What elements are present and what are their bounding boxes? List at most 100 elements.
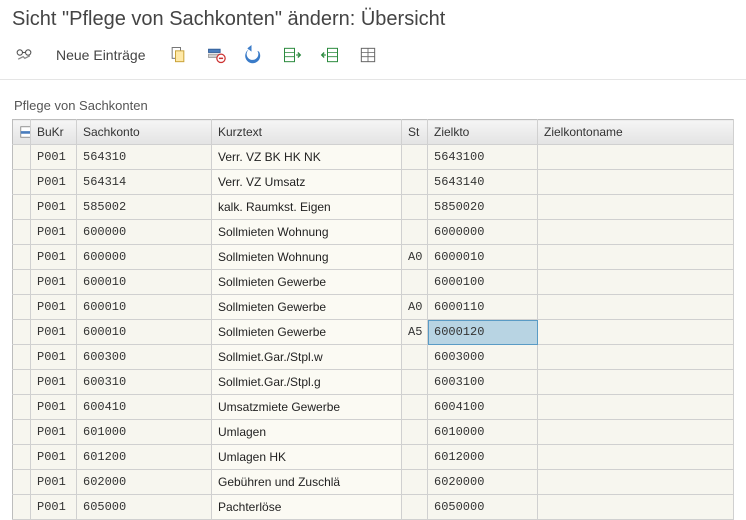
cell-sachkonto[interactable]: 605000 xyxy=(77,495,212,520)
cell-kurztext[interactable]: Sollmieten Gewerbe xyxy=(212,295,402,320)
cell-bukr[interactable]: P001 xyxy=(31,420,77,445)
cell-st[interactable] xyxy=(402,420,428,445)
cell-zielkontoname[interactable] xyxy=(538,345,734,370)
cell-st[interactable] xyxy=(402,195,428,220)
cell-bukr[interactable]: P001 xyxy=(31,245,77,270)
table-row[interactable]: P001605000Pachterlöse 6050000 xyxy=(13,495,734,520)
delete-button[interactable] xyxy=(202,43,230,67)
cell-kurztext[interactable]: Sollmieten Gewerbe xyxy=(212,270,402,295)
cell-bukr[interactable]: P001 xyxy=(31,445,77,470)
row-marker[interactable] xyxy=(13,295,31,320)
row-marker[interactable] xyxy=(13,245,31,270)
cell-bukr[interactable]: P001 xyxy=(31,195,77,220)
deselect-all-button[interactable] xyxy=(316,43,344,67)
cell-zielkto[interactable]: 6010000 xyxy=(428,420,538,445)
cell-kurztext[interactable]: Verr. VZ BK HK NK xyxy=(212,145,402,170)
cell-sachkonto[interactable]: 600410 xyxy=(77,395,212,420)
cell-sachkonto[interactable]: 564314 xyxy=(77,170,212,195)
cell-kurztext[interactable]: Sollmieten Gewerbe xyxy=(212,320,402,345)
cell-st[interactable] xyxy=(402,270,428,295)
row-marker[interactable] xyxy=(13,495,31,520)
cell-st[interactable] xyxy=(402,220,428,245)
cell-bukr[interactable]: P001 xyxy=(31,395,77,420)
cell-zielkontoname[interactable] xyxy=(538,370,734,395)
cell-zielkto[interactable]: 6012000 xyxy=(428,445,538,470)
col-zielkto-header[interactable]: Zielkto xyxy=(428,120,538,145)
cell-zielkto[interactable]: 6000110 xyxy=(428,295,538,320)
cell-zielkontoname[interactable] xyxy=(538,270,734,295)
cell-kurztext[interactable]: Verr. VZ Umsatz xyxy=(212,170,402,195)
cell-bukr[interactable]: P001 xyxy=(31,145,77,170)
table-row[interactable]: P001564310Verr. VZ BK HK NK 5643100 xyxy=(13,145,734,170)
row-marker[interactable] xyxy=(13,270,31,295)
cell-kurztext[interactable]: Sollmiet.Gar./Stpl.g xyxy=(212,370,402,395)
cell-sachkonto[interactable]: 601200 xyxy=(77,445,212,470)
cell-zielkontoname[interactable] xyxy=(538,295,734,320)
table-row[interactable]: P001600010Sollmieten GewerbeA56000120 xyxy=(13,320,734,345)
cell-st[interactable] xyxy=(402,395,428,420)
cell-sachkonto[interactable]: 600310 xyxy=(77,370,212,395)
table-settings-button[interactable] xyxy=(354,43,382,67)
col-bukr-header[interactable]: BuKr xyxy=(31,120,77,145)
cell-zielkontoname[interactable] xyxy=(538,320,734,345)
cell-zielkto[interactable]: 6020000 xyxy=(428,470,538,495)
cell-bukr[interactable]: P001 xyxy=(31,170,77,195)
cell-st[interactable] xyxy=(402,470,428,495)
copy-button[interactable] xyxy=(164,43,192,67)
cell-zielkontoname[interactable] xyxy=(538,495,734,520)
cell-bukr[interactable]: P001 xyxy=(31,370,77,395)
cell-sachkonto[interactable]: 600000 xyxy=(77,245,212,270)
cell-st[interactable]: A0 xyxy=(402,245,428,270)
cell-sachkonto[interactable]: 585002 xyxy=(77,195,212,220)
cell-zielkto[interactable]: 5643140 xyxy=(428,170,538,195)
table-row[interactable]: P001601200Umlagen HK6012000 xyxy=(13,445,734,470)
cell-st[interactable] xyxy=(402,345,428,370)
cell-bukr[interactable]: P001 xyxy=(31,295,77,320)
cell-bukr[interactable]: P001 xyxy=(31,270,77,295)
row-marker[interactable] xyxy=(13,395,31,420)
table-row[interactable]: P001600010Sollmieten GewerbeA06000110 xyxy=(13,295,734,320)
cell-sachkonto[interactable]: 601000 xyxy=(77,420,212,445)
table-row[interactable]: P001564314Verr. VZ Umsatz 5643140 xyxy=(13,170,734,195)
cell-bukr[interactable]: P001 xyxy=(31,495,77,520)
cell-zielkontoname[interactable] xyxy=(538,470,734,495)
cell-sachkonto[interactable]: 600010 xyxy=(77,270,212,295)
cell-zielkto[interactable]: 6050000 xyxy=(428,495,538,520)
row-marker[interactable] xyxy=(13,170,31,195)
cell-zielkontoname[interactable] xyxy=(538,420,734,445)
table-row[interactable]: P001600000Sollmieten Wohnung6000000 xyxy=(13,220,734,245)
table-row[interactable]: P001600000Sollmieten WohnungA06000010 xyxy=(13,245,734,270)
cell-zielkto[interactable]: 5643100 xyxy=(428,145,538,170)
col-kurztext-header[interactable]: Kurztext xyxy=(212,120,402,145)
tools-button[interactable] xyxy=(10,43,38,67)
cell-zielkto[interactable]: 6003000 xyxy=(428,345,538,370)
row-marker[interactable] xyxy=(13,370,31,395)
cell-zielkto[interactable]: 5850020 xyxy=(428,195,538,220)
cell-sachkonto[interactable]: 564310 xyxy=(77,145,212,170)
cell-zielkto[interactable]: 6004100 xyxy=(428,395,538,420)
cell-zielkontoname[interactable] xyxy=(538,145,734,170)
cell-kurztext[interactable]: Pachterlöse xyxy=(212,495,402,520)
cell-zielkto[interactable]: 6003100 xyxy=(428,370,538,395)
cell-bukr[interactable]: P001 xyxy=(31,220,77,245)
row-marker[interactable] xyxy=(13,345,31,370)
cell-kurztext[interactable]: Umlagen xyxy=(212,420,402,445)
cell-zielkontoname[interactable] xyxy=(538,445,734,470)
cell-zielkontoname[interactable] xyxy=(538,220,734,245)
cell-kurztext[interactable]: Gebühren und Zuschlä xyxy=(212,470,402,495)
table-row[interactable]: P001585002kalk. Raumkst. Eigen5850020 xyxy=(13,195,734,220)
row-marker[interactable] xyxy=(13,220,31,245)
table-row[interactable]: P001600310Sollmiet.Gar./Stpl.g 6003100 xyxy=(13,370,734,395)
row-marker[interactable] xyxy=(13,195,31,220)
table-row[interactable]: P001600300Sollmiet.Gar./Stpl.w6003000 xyxy=(13,345,734,370)
table-row[interactable]: P001601000Umlagen 6010000 xyxy=(13,420,734,445)
cell-zielkontoname[interactable] xyxy=(538,170,734,195)
row-marker[interactable] xyxy=(13,420,31,445)
cell-zielkto[interactable]: 6000000 xyxy=(428,220,538,245)
col-zielkontoname-header[interactable]: Zielkontoname xyxy=(538,120,734,145)
col-mark-header[interactable] xyxy=(13,120,31,145)
cell-sachkonto[interactable]: 600010 xyxy=(77,295,212,320)
table-row[interactable]: P001602000Gebühren und Zuschlä6020000 xyxy=(13,470,734,495)
undo-button[interactable] xyxy=(240,43,268,67)
cell-bukr[interactable]: P001 xyxy=(31,470,77,495)
